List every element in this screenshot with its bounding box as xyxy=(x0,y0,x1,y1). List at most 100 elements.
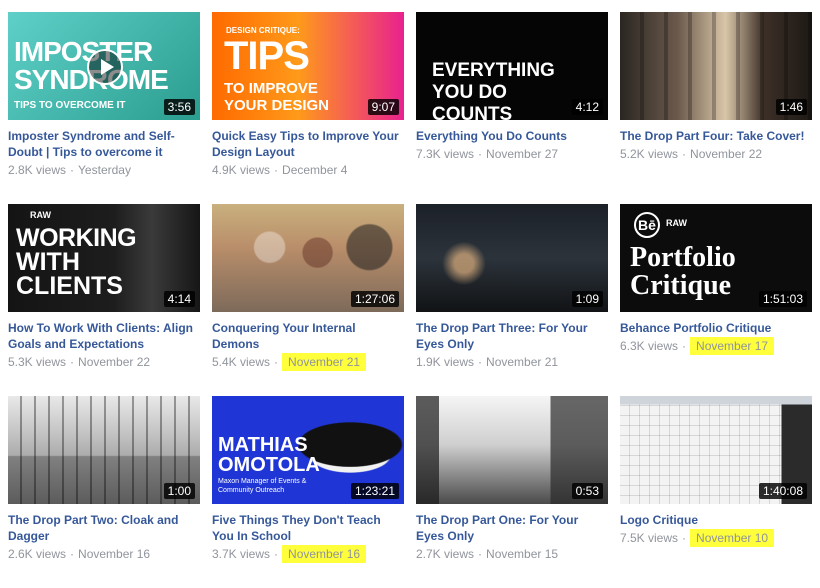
video-card: Bē RAW Portfolio Critique 1:51:03 Behanc… xyxy=(620,204,812,396)
video-title-link[interactable]: The Drop Part Two: Cloak and Dagger xyxy=(8,512,200,544)
video-thumbnail[interactable]: 1:09 xyxy=(416,204,608,312)
video-thumbnail[interactable]: 1:00 xyxy=(8,396,200,504)
video-card: MATHIAS OMOTOLA Maxon Manager of Events … xyxy=(212,396,404,588)
publish-date-highlighted: November 10 xyxy=(690,529,775,547)
view-count: 6.3K views xyxy=(620,339,679,353)
video-title-link[interactable]: Behance Portfolio Critique xyxy=(620,320,812,336)
view-count: 5.3K views xyxy=(8,355,67,369)
thumb-subtitle: Maxon Manager of Events & xyxy=(218,478,307,485)
publish-date: November 15 xyxy=(486,547,559,561)
video-title-link[interactable]: Everything You Do Counts xyxy=(416,128,608,144)
video-duration: 1:40:08 xyxy=(758,483,807,499)
video-duration: 4:14 xyxy=(163,291,195,307)
thumb-subtitle: TIPS TO OVERCOME IT xyxy=(14,100,126,111)
video-title-link[interactable]: How To Work With Clients: Align Goals an… xyxy=(8,320,200,352)
thumb-title-line: Critique xyxy=(630,270,732,301)
publish-date: November 21 xyxy=(486,355,559,369)
video-meta: 5.2K views · November 22 xyxy=(620,145,812,163)
meta-separator: · xyxy=(478,355,483,369)
video-duration: 1:46 xyxy=(775,99,807,115)
video-title-link[interactable]: The Drop Part Three: For Your Eyes Only xyxy=(416,320,608,352)
video-meta: 7.5K views · November 10 xyxy=(620,529,812,547)
video-meta: 6.3K views · November 17 xyxy=(620,337,812,355)
video-card: 1:27:06 Conquering Your Internal Demons … xyxy=(212,204,404,396)
video-thumbnail[interactable]: 1:27:06 xyxy=(212,204,404,312)
video-thumbnail[interactable]: 1:46 xyxy=(620,12,812,120)
video-card: EVERYTHING YOU DO COUNTS 4:12 Everything… xyxy=(416,12,608,204)
meta-separator: · xyxy=(478,147,483,161)
video-thumbnail[interactable]: MATHIAS OMOTOLA Maxon Manager of Events … xyxy=(212,396,404,504)
thumb-subtitle: Community Outreach xyxy=(218,487,285,494)
meta-separator: · xyxy=(70,355,75,369)
video-duration: 1:27:06 xyxy=(350,291,399,307)
meta-separator: · xyxy=(478,547,483,561)
thumb-title-line: TO IMPROVE xyxy=(224,80,318,97)
video-meta: 7.3K views · November 27 xyxy=(416,145,608,163)
video-duration: 4:12 xyxy=(571,99,603,115)
meta-separator: · xyxy=(70,163,75,177)
video-meta: 3.7K views · November 16 xyxy=(212,545,404,563)
thumb-title-line: COUNTS xyxy=(432,104,513,120)
publish-date-highlighted: November 21 xyxy=(282,353,367,371)
video-duration: 0:53 xyxy=(571,483,603,499)
view-count: 1.9K views xyxy=(416,355,475,369)
thumb-title-line: RAW xyxy=(30,210,51,220)
video-thumbnail[interactable]: IMPOSTER SYNDROME TIPS TO OVERCOME IT 3:… xyxy=(8,12,200,120)
view-count: 7.3K views xyxy=(416,147,475,161)
publish-date-highlighted: November 16 xyxy=(282,545,367,563)
video-card: 1:00 The Drop Part Two: Cloak and Dagger… xyxy=(8,396,200,588)
video-duration: 9:07 xyxy=(367,99,399,115)
video-meta: 2.7K views · November 15 xyxy=(416,545,608,563)
thumb-title-line: RAW xyxy=(666,218,687,228)
video-title-link[interactable]: Quick Easy Tips to Improve Your Design L… xyxy=(212,128,404,160)
meta-separator: · xyxy=(274,355,279,369)
video-thumbnail[interactable]: EVERYTHING YOU DO COUNTS 4:12 xyxy=(416,12,608,120)
view-count: 5.4K views xyxy=(212,355,271,369)
video-duration: 1:23:21 xyxy=(350,483,399,499)
thumb-title-line: OMOTOLA xyxy=(218,454,320,476)
thumb-title-line: CLIENTS xyxy=(16,272,123,300)
video-thumbnail[interactable]: DESIGN CRITIQUE: TIPS TO IMPROVE YOUR DE… xyxy=(212,12,404,120)
video-title-link[interactable]: Imposter Syndrome and Self-Doubt | Tips … xyxy=(8,128,200,160)
publish-date: December 4 xyxy=(282,163,348,177)
video-meta: 4.9K views · December 4 xyxy=(212,161,404,179)
video-thumbnail[interactable]: 1:40:08 xyxy=(620,396,812,504)
video-card: DESIGN CRITIQUE: TIPS TO IMPROVE YOUR DE… xyxy=(212,12,404,204)
video-duration: 3:56 xyxy=(163,99,195,115)
thumb-title-line: TIPS xyxy=(224,34,310,78)
video-duration: 1:00 xyxy=(163,483,195,499)
meta-separator: · xyxy=(70,547,75,561)
video-card: 1:40:08 Logo Critique 7.5K views · Novembe… xyxy=(620,396,812,588)
thumb-title-line: YOUR DESIGN xyxy=(224,97,330,114)
video-title-link[interactable]: The Drop Part One: For Your Eyes Only xyxy=(416,512,608,544)
play-icon[interactable] xyxy=(86,48,124,86)
video-thumbnail[interactable]: 0:53 xyxy=(416,396,608,504)
view-count: 5.2K views xyxy=(620,147,679,161)
meta-separator: · xyxy=(682,339,687,353)
video-thumbnail[interactable]: Bē RAW Portfolio Critique 1:51:03 xyxy=(620,204,812,312)
view-count: 3.7K views xyxy=(212,547,271,561)
publish-date: Yesterday xyxy=(78,163,131,177)
view-count: 2.6K views xyxy=(8,547,67,561)
video-title-link[interactable]: Five Things They Don't Teach You In Scho… xyxy=(212,512,404,544)
view-count: 4.9K views xyxy=(212,163,271,177)
video-grid: IMPOSTER SYNDROME TIPS TO OVERCOME IT 3:… xyxy=(8,12,816,588)
meta-separator: · xyxy=(274,163,279,177)
publish-date-highlighted: November 17 xyxy=(690,337,775,355)
meta-separator: · xyxy=(682,531,687,545)
video-duration: 1:51:03 xyxy=(758,291,807,307)
video-title-link[interactable]: The Drop Part Four: Take Cover! xyxy=(620,128,812,144)
video-card: RAW WORKING WITH CLIENTS 4:14 How To Wor… xyxy=(8,204,200,396)
publish-date: November 22 xyxy=(78,355,151,369)
publish-date: November 22 xyxy=(690,147,763,161)
video-title-link[interactable]: Logo Critique xyxy=(620,512,812,528)
meta-separator: · xyxy=(682,147,687,161)
video-meta: 1.9K views · November 21 xyxy=(416,353,608,371)
video-card: IMPOSTER SYNDROME TIPS TO OVERCOME IT 3:… xyxy=(8,12,200,204)
video-title-link[interactable]: Conquering Your Internal Demons xyxy=(212,320,404,352)
video-meta: 2.6K views · November 16 xyxy=(8,545,200,563)
behance-logo-icon: Bē xyxy=(634,212,660,238)
video-card: 1:09 The Drop Part Three: For Your Eyes … xyxy=(416,204,608,396)
video-thumbnail[interactable]: RAW WORKING WITH CLIENTS 4:14 xyxy=(8,204,200,312)
video-meta: 5.4K views · November 21 xyxy=(212,353,404,371)
